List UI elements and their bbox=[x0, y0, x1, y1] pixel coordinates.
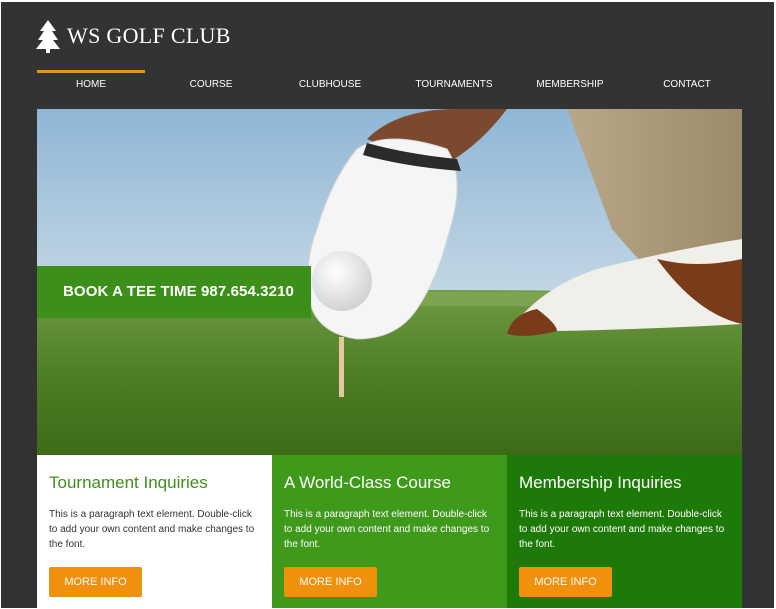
info-columns: Tournament Inquiries This is a paragraph… bbox=[37, 455, 742, 608]
nav-course[interactable]: COURSE bbox=[157, 70, 265, 94]
tournament-inquiries-card: Tournament Inquiries This is a paragraph… bbox=[37, 455, 272, 608]
book-tee-time-banner[interactable]: BOOK A TEE TIME 987.654.3210 bbox=[37, 266, 311, 318]
more-info-button[interactable]: MORE INFO bbox=[284, 567, 377, 597]
pine-tree-icon bbox=[36, 20, 60, 53]
nav-clubhouse[interactable]: CLUBHOUSE bbox=[275, 70, 385, 94]
site-logo[interactable]: WS GOLF CLUB bbox=[35, 19, 231, 53]
main-nav: HOME COURSE CLUBHOUSE TOURNAMENTS MEMBER… bbox=[37, 70, 743, 94]
site-title: WS GOLF CLUB bbox=[67, 23, 231, 48]
nav-contact[interactable]: CONTACT bbox=[635, 70, 739, 94]
card-text: This is a paragraph text element. Double… bbox=[519, 509, 725, 550]
more-info-button[interactable]: MORE INFO bbox=[49, 567, 142, 597]
nav-home[interactable]: HOME bbox=[37, 70, 145, 94]
nav-tournaments[interactable]: TOURNAMENTS bbox=[397, 70, 511, 94]
card-title: Tournament Inquiries bbox=[49, 473, 208, 492]
nav-membership[interactable]: MEMBERSHIP bbox=[515, 70, 625, 94]
card-title: A World-Class Course bbox=[284, 473, 451, 492]
card-text: This is a paragraph text element. Double… bbox=[49, 509, 255, 550]
card-title: Membership Inquiries bbox=[519, 473, 682, 492]
world-class-course-card: A World-Class Course This is a paragraph… bbox=[272, 455, 507, 608]
more-info-button[interactable]: MORE INFO bbox=[519, 567, 612, 597]
membership-inquiries-card: Membership Inquiries This is a paragraph… bbox=[507, 455, 742, 608]
site-header: WS GOLF CLUB HOME COURSE CLUBHOUSE TOURN… bbox=[1, 2, 774, 109]
card-text: This is a paragraph text element. Double… bbox=[284, 509, 490, 550]
page-frame: WS GOLF CLUB HOME COURSE CLUBHOUSE TOURN… bbox=[1, 2, 774, 608]
